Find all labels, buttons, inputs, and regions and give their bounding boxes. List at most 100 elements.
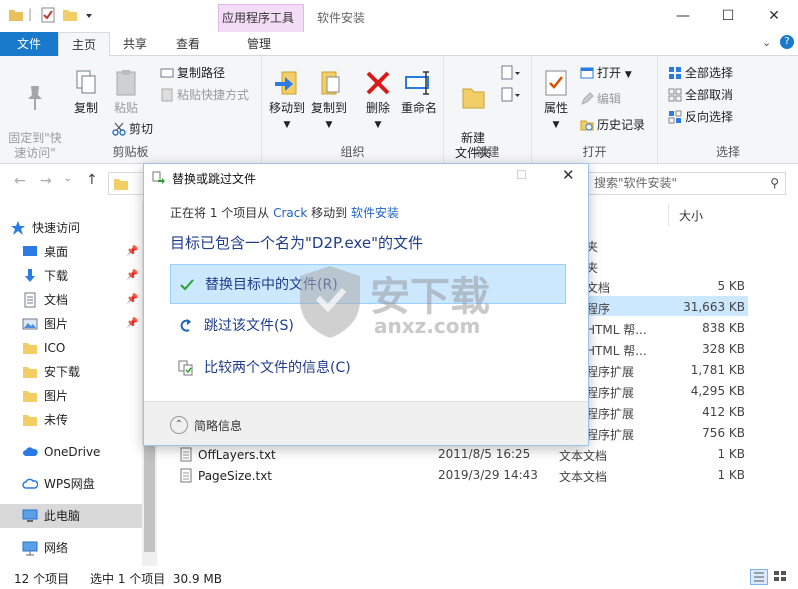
- file-type: HTML 帮...: [586, 323, 647, 337]
- nav-item-anxz[interactable]: 安下载: [22, 361, 80, 383]
- source-folder-link[interactable]: Crack: [273, 206, 307, 220]
- properties-icon[interactable]: [40, 7, 56, 23]
- search-placeholder: 搜索"软件安装": [594, 176, 678, 190]
- select-none-button[interactable]: 全部取消: [668, 86, 733, 104]
- computer-icon: [22, 509, 38, 522]
- file-size: 4,295 KB: [690, 384, 745, 398]
- search-icon[interactable]: ⚲: [770, 173, 779, 194]
- nav-network[interactable]: 网络: [22, 537, 68, 559]
- group-open: 属性 ▼ 打开 ▼ 编辑 历史记录 打开: [532, 56, 658, 164]
- file-size: 1 KB: [717, 447, 745, 461]
- nav-quick-access[interactable]: 快速访问: [10, 217, 80, 239]
- nav-network-label: 网络: [44, 541, 69, 555]
- group-label-new: 新建: [475, 145, 500, 159]
- properties-icon: [545, 70, 567, 96]
- history-button[interactable]: 历史记录: [580, 116, 645, 134]
- column-divider: [668, 204, 669, 226]
- nav-this-pc[interactable]: 此电脑: [22, 505, 80, 527]
- cloud-icon: [23, 447, 38, 456]
- file-type: 文本文档: [559, 449, 608, 463]
- cut-button[interactable]: 剪切: [112, 120, 153, 138]
- nav-item-ico[interactable]: ICO: [22, 337, 65, 359]
- destination-folder-link[interactable]: 软件安装: [351, 206, 399, 220]
- file-type: 程序扩展: [586, 428, 635, 442]
- select-all-icon: [669, 67, 681, 79]
- tab-manage[interactable]: 管理: [236, 32, 282, 56]
- chevron-down-icon: ▼: [552, 120, 560, 130]
- text-file-icon: [180, 468, 192, 483]
- file-type: 文档: [586, 281, 611, 295]
- replace-file-option[interactable]: 替换目标中的文件(R): [170, 264, 566, 304]
- minimize-button[interactable]: —: [673, 6, 693, 26]
- tab-file[interactable]: 文件: [0, 32, 58, 56]
- move-to-button[interactable]: 移动到 ▼: [266, 68, 308, 133]
- column-header-size[interactable]: 大小: [679, 207, 703, 224]
- table-row[interactable]: PageSize.txt: [180, 468, 272, 483]
- nav-wps[interactable]: WPS网盘: [22, 473, 95, 495]
- chevron-down-icon[interactable]: [84, 7, 94, 23]
- details-view-button[interactable]: [750, 569, 768, 585]
- edit-button[interactable]: 编辑: [580, 90, 621, 108]
- nav-this-pc-label: 此电脑: [44, 509, 81, 523]
- star-icon: [11, 221, 25, 235]
- nav-wps-label: WPS网盘: [44, 477, 95, 491]
- nav-item-label: 文档: [44, 293, 69, 307]
- search-input[interactable]: 搜索"软件安装" ⚲: [588, 172, 786, 195]
- help-icon[interactable]: ?: [780, 35, 794, 49]
- invert-selection-button[interactable]: 反向选择: [668, 108, 733, 126]
- nav-item-desktop[interactable]: 桌面: [22, 241, 68, 263]
- chevron-up-icon[interactable]: ⌃: [170, 416, 188, 434]
- group-clipboard: 固定到"快 速访问" 复制 粘贴 复制路径 粘贴快捷方式 剪切 剪贴板: [0, 56, 262, 164]
- new-folder-icon[interactable]: [62, 7, 78, 23]
- folder-icon: [9, 10, 23, 21]
- nav-item-downloads[interactable]: 下载: [22, 265, 68, 287]
- open-button[interactable]: 打开 ▼: [580, 64, 632, 84]
- chevron-down-icon: ▼: [374, 120, 382, 130]
- folder-icon: [23, 415, 37, 426]
- fewer-details-button[interactable]: 简略信息: [194, 417, 242, 434]
- select-all-button[interactable]: 全部选择: [668, 64, 733, 82]
- properties-button[interactable]: 属性 ▼: [538, 68, 574, 133]
- paste-shortcut-button[interactable]: 粘贴快捷方式: [160, 86, 249, 104]
- nav-item-pictures-folder[interactable]: 图片: [22, 385, 68, 407]
- tab-view[interactable]: 查看: [165, 32, 211, 56]
- delete-button[interactable]: 删除 ▼: [360, 68, 396, 133]
- dialog-close-button[interactable]: ✕: [562, 166, 575, 184]
- nav-item-documents[interactable]: 文档: [22, 289, 68, 311]
- pin-icon: [28, 86, 42, 110]
- folder-icon: [23, 391, 37, 402]
- folder-icon: [23, 367, 37, 378]
- nav-item-pictures[interactable]: 图片: [22, 313, 68, 335]
- chevron-down-icon[interactable]: ⌄: [64, 174, 72, 184]
- compare-files-option[interactable]: 比较两个文件的信息(C): [170, 348, 566, 388]
- compare-files-label: 比较两个文件的信息(C): [204, 360, 351, 376]
- paste-button[interactable]: 粘贴: [108, 68, 144, 116]
- back-icon[interactable]: ←: [14, 173, 26, 189]
- file-name: PageSize.txt: [198, 469, 273, 483]
- close-button[interactable]: ✕: [764, 6, 784, 26]
- address-field[interactable]: [108, 172, 144, 195]
- nav-item-label: ICO: [44, 341, 66, 355]
- copy-button[interactable]: 复制: [68, 68, 104, 116]
- rename-button[interactable]: 重命名: [398, 68, 440, 116]
- invert-selection-icon: [668, 110, 682, 124]
- select-none-icon: [668, 88, 682, 102]
- group-label-select: 选择: [715, 145, 740, 159]
- maximize-button[interactable]: ☐: [718, 6, 738, 26]
- copy-path-button[interactable]: 复制路径: [160, 64, 225, 82]
- table-row[interactable]: OffLayers.txt: [180, 447, 276, 462]
- history-icon: [580, 120, 594, 131]
- forward-icon[interactable]: →: [40, 173, 52, 189]
- nav-onedrive[interactable]: OneDrive: [22, 441, 100, 463]
- skip-file-option[interactable]: 跳过该文件(S): [170, 306, 566, 346]
- copy-to-button[interactable]: 复制到 ▼: [308, 68, 350, 133]
- tab-share[interactable]: 共享: [112, 32, 158, 56]
- nav-item-untransferred[interactable]: 未传: [22, 409, 68, 431]
- large-icons-view-button[interactable]: [772, 569, 790, 585]
- tab-home[interactable]: 主页: [58, 32, 110, 57]
- up-icon[interactable]: ↑: [86, 172, 98, 188]
- delete-icon: [366, 71, 390, 95]
- new-item-icon[interactable]: [500, 64, 522, 82]
- chevron-down-icon[interactable]: ⌄: [762, 36, 771, 49]
- easy-access-icon[interactable]: [500, 86, 522, 104]
